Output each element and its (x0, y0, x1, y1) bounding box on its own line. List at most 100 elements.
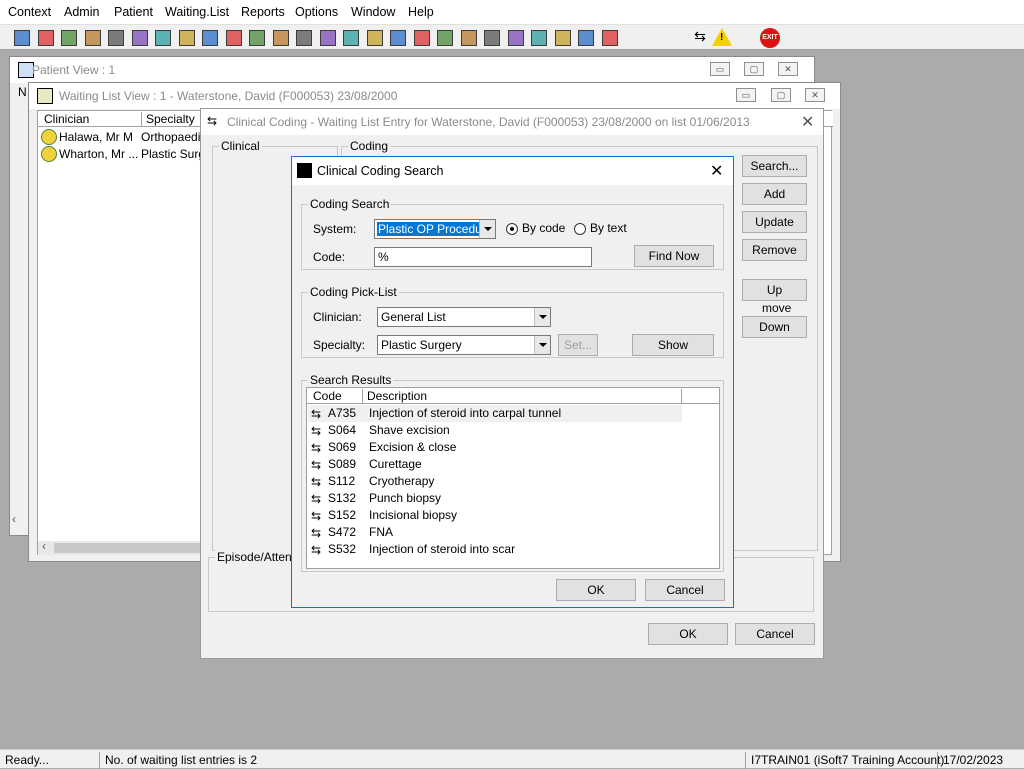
bed-icon[interactable] (412, 28, 432, 48)
table-row[interactable]: ⇆ S069 Excision & close (308, 439, 682, 456)
table-row[interactable]: ⇆ S064 Shave excision (308, 422, 682, 439)
result-code: S532 (328, 542, 357, 556)
code-item-icon: ⇆ (311, 475, 322, 489)
table-row[interactable]: ⇆ S089 Curettage (308, 456, 682, 473)
result-description: Injection of steroid into scar (369, 542, 516, 556)
move-down-button[interactable]: Down (742, 316, 807, 338)
photo-icon[interactable] (318, 28, 338, 48)
pencil-icon[interactable] (247, 28, 267, 48)
record-icon[interactable] (106, 28, 126, 48)
result-code: S152 (328, 508, 357, 522)
minimize-button[interactable]: ▭ (710, 62, 730, 76)
code-input[interactable]: % (374, 247, 592, 267)
arrow-card-icon[interactable] (576, 28, 596, 48)
table-row[interactable]: ⇆ S132 Punch biopsy (308, 490, 682, 507)
table-row[interactable]: ⇆ S152 Incisional biopsy (308, 507, 682, 524)
clock-icon[interactable] (271, 28, 291, 48)
document-icon[interactable] (459, 28, 479, 48)
clinical-coding-titlebar: ⇆ Clinical Coding - Waiting List Entry f… (201, 109, 823, 135)
system-select[interactable]: Plastic OP Procedure (374, 219, 496, 239)
table-row[interactable]: ⇆ A735 Injection of steroid into carpal tu… (308, 405, 682, 422)
list-icon[interactable] (294, 28, 314, 48)
user-icon[interactable] (12, 28, 32, 48)
move-up-button[interactable]: Up (742, 279, 807, 301)
add-button[interactable]: Add (742, 183, 807, 205)
printer-icon[interactable] (36, 28, 56, 48)
chevron-down-icon[interactable] (534, 308, 550, 326)
ward-icon[interactable] (435, 28, 455, 48)
status-bar: Ready... No. of waiting list entries is … (0, 749, 1024, 769)
menu-reports[interactable]: Reports (241, 5, 285, 19)
search-button[interactable]: Search... (742, 155, 807, 177)
menu-options[interactable]: Options (295, 5, 338, 19)
note-icon[interactable] (388, 28, 408, 48)
result-description: Punch biopsy (369, 491, 442, 505)
update-button[interactable]: Update (742, 211, 807, 233)
notes-icon[interactable] (341, 28, 361, 48)
card-icon[interactable] (529, 28, 549, 48)
table-row[interactable]: ⇆ S112 Cryotherapy (308, 473, 682, 490)
close-button[interactable]: ✕ (805, 88, 825, 102)
specialty-select[interactable]: Plastic Surgery (377, 335, 551, 355)
by-code-radio[interactable] (506, 223, 518, 235)
m-icon[interactable] (130, 28, 150, 48)
transfer-icon[interactable]: ⇆ (690, 28, 710, 48)
folder-icon[interactable] (83, 28, 103, 48)
menu-admin[interactable]: Admin (64, 5, 99, 19)
result-description: FNA (369, 525, 393, 539)
arrow-card2-icon[interactable] (600, 28, 620, 48)
status-ready: Ready... (5, 753, 49, 767)
chevron-down-icon[interactable] (534, 336, 550, 354)
clinician-select[interactable]: General List (377, 307, 551, 327)
ok-button[interactable]: OK (648, 623, 728, 645)
dialog-ok-button[interactable]: OK (556, 579, 636, 601)
dialog-cancel-button[interactable]: Cancel (645, 579, 725, 601)
find-now-button[interactable]: Find Now (634, 245, 714, 267)
cancel-button[interactable]: Cancel (735, 623, 815, 645)
result-code: S064 (328, 423, 357, 437)
maximize-button[interactable]: ▢ (744, 62, 764, 76)
col-description[interactable]: Description (362, 389, 682, 403)
col-clinician[interactable]: Clinician (44, 112, 89, 126)
tool-icon[interactable] (224, 28, 244, 48)
menu-window[interactable]: Window (351, 5, 395, 19)
set-button[interactable]: Set... (558, 334, 598, 356)
scroll-thumb[interactable] (54, 543, 204, 553)
menu-patient[interactable]: Patient (114, 5, 153, 19)
specialty-label: Specialty: (313, 338, 366, 352)
result-code: S069 (328, 440, 357, 454)
result-code: S132 (328, 491, 357, 505)
scroll-left-icon[interactable]: ‹ (42, 539, 46, 553)
exit-icon[interactable]: EXIT (760, 28, 780, 48)
show-button[interactable]: Show (632, 334, 714, 356)
close-icon[interactable]: ✕ (801, 112, 814, 132)
col-specialty[interactable]: Specialty (141, 112, 195, 126)
table-row[interactable]: ⇆ S472 FNA (308, 524, 682, 541)
menu-help[interactable]: Help (408, 5, 434, 19)
maximize-button[interactable]: ▢ (771, 88, 791, 102)
scroll-left-icon[interactable]: ‹ (12, 512, 28, 528)
transport-icon[interactable] (200, 28, 220, 48)
menu-context[interactable]: Context (8, 5, 51, 19)
by-code-label[interactable]: By code (522, 221, 565, 235)
radar-icon[interactable] (506, 28, 526, 48)
code-item-icon: ⇆ (311, 441, 322, 455)
edit-icon[interactable] (177, 28, 197, 48)
table-row[interactable]: ⇆ S532 Injection of steroid into scar (308, 541, 682, 558)
person-icon[interactable] (153, 28, 173, 48)
chevron-down-icon[interactable] (479, 220, 495, 238)
col-code[interactable]: Code (313, 389, 342, 403)
warning-icon[interactable]: ! (712, 28, 732, 46)
dial-icon[interactable] (365, 28, 385, 48)
by-text-radio[interactable] (574, 223, 586, 235)
minimize-button[interactable]: ▭ (736, 88, 756, 102)
remove-button[interactable]: Remove (742, 239, 807, 261)
bar-chart-icon[interactable] (482, 28, 502, 48)
card2-icon[interactable] (553, 28, 573, 48)
close-icon[interactable]: ✕ (710, 161, 723, 181)
book-icon[interactable] (59, 28, 79, 48)
code-item-icon: ⇆ (311, 424, 322, 438)
close-button[interactable]: ✕ (778, 62, 798, 76)
by-text-label[interactable]: By text (590, 221, 627, 235)
menu-waiting-list[interactable]: Waiting.List (165, 5, 229, 19)
